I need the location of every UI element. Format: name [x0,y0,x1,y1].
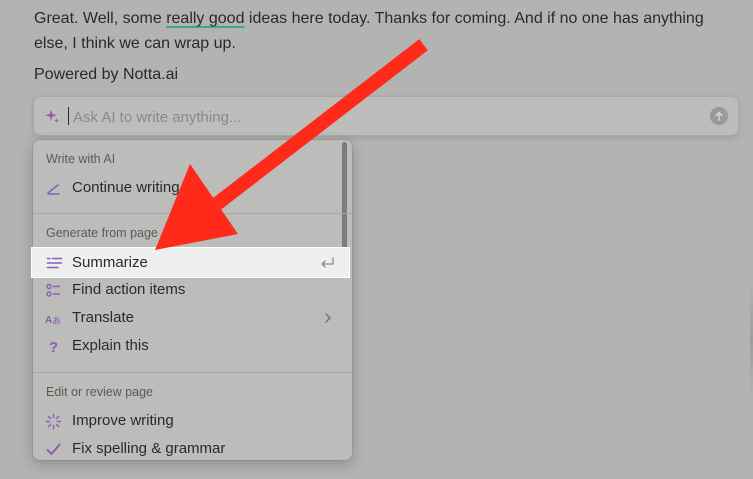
notion-page: Great. Well, some really good ideas here… [0,0,753,479]
annotation-arrow-icon [155,39,428,250]
